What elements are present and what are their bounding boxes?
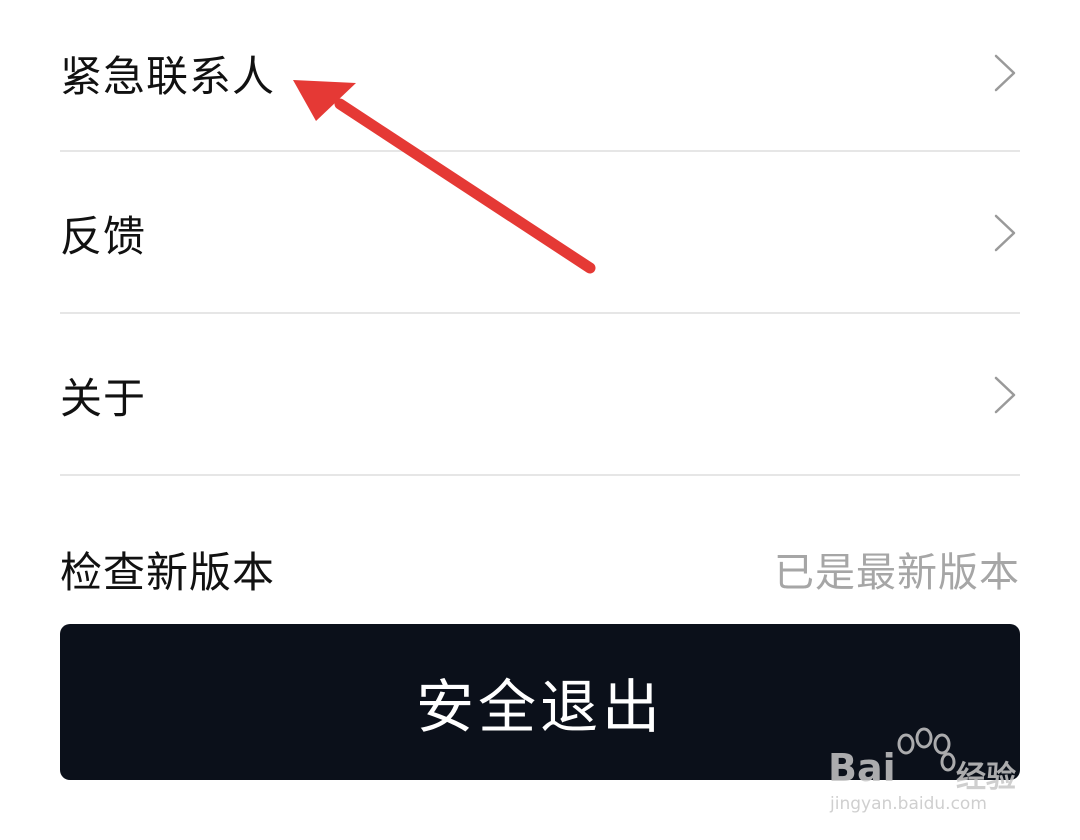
logout-button-label: 安全退出 [415, 673, 664, 741]
chevron-right-icon [988, 208, 1022, 258]
settings-item-label: 检查新版本 [60, 547, 276, 597]
chevron-right-icon [988, 48, 1022, 98]
settings-item-about[interactable]: 关于 [60, 362, 1020, 428]
version-status: 已是最新版本 [774, 550, 1020, 596]
watermark-brand: Bai [828, 746, 896, 790]
watermark-url: jingyan.baidu.com [830, 794, 987, 814]
settings-item-label: 关于 [60, 373, 147, 423]
settings-item-feedback[interactable]: 反馈 [60, 200, 1020, 266]
divider [60, 474, 1020, 476]
watermark: Bai 经验 jingyan.baidu.com [828, 722, 1028, 822]
divider [60, 312, 1020, 314]
settings-item-label: 反馈 [60, 211, 147, 261]
divider [60, 150, 1020, 152]
settings-item-check-version[interactable]: 检查新版本 已是最新版本 [60, 536, 1020, 602]
settings-item-emergency-contact[interactable]: 紧急联系人 [60, 40, 1020, 106]
chevron-right-icon [988, 370, 1022, 420]
settings-item-label: 紧急联系人 [60, 51, 276, 101]
watermark-brand-suffix: 经验 [956, 760, 1016, 795]
